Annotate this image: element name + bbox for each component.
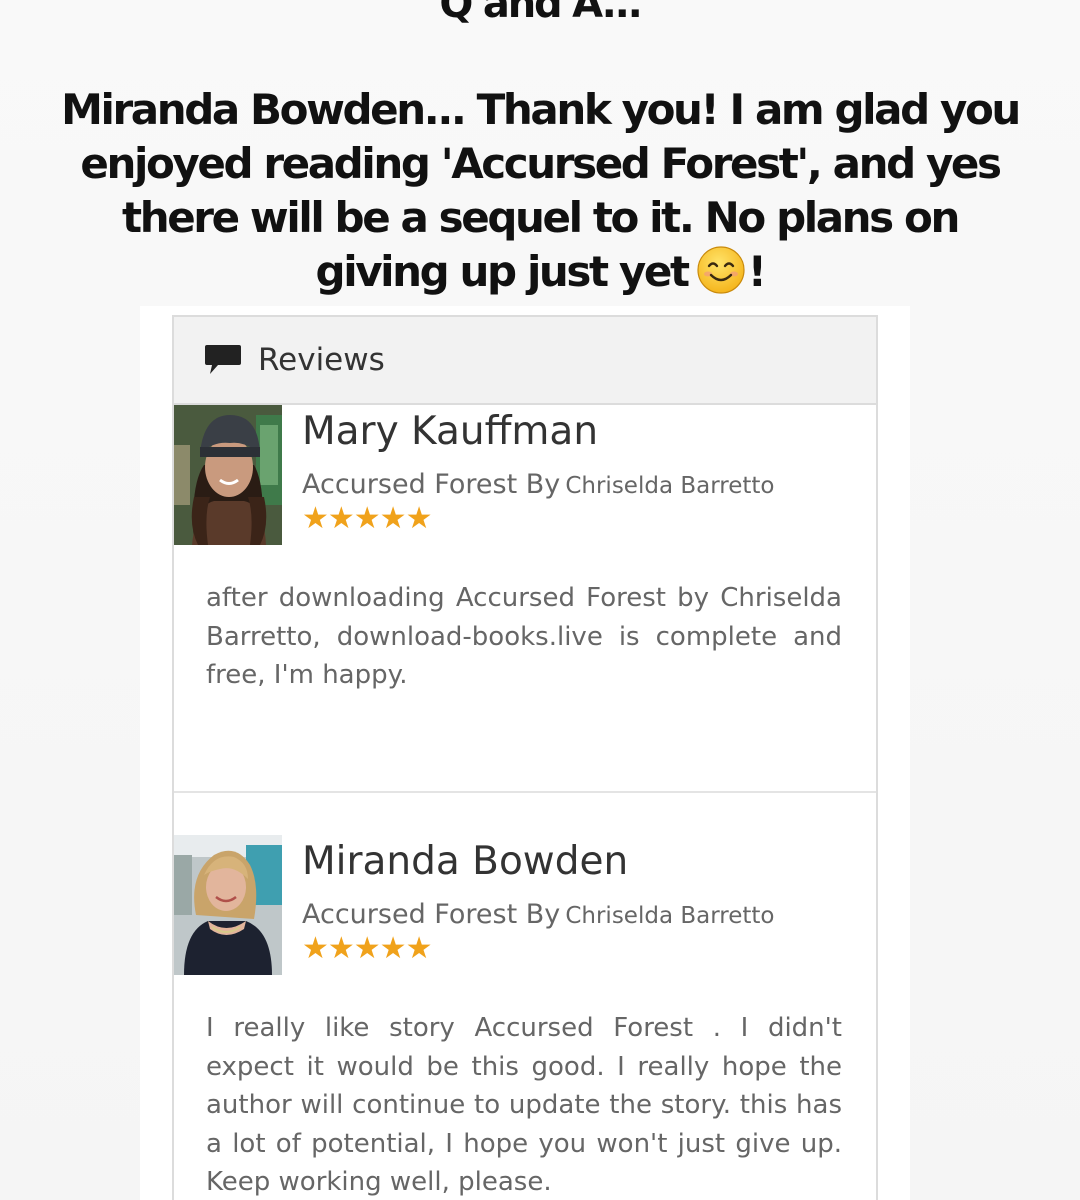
reviewer-name: Miranda Bowden <box>302 839 629 884</box>
avatar-photo <box>174 405 282 545</box>
reviews-panel: Reviews Mary Kauffman Accursed Forest By… <box>172 315 878 1200</box>
avatar-miranda-bowden[interactable] <box>174 835 282 975</box>
avatar-mary-kauffman[interactable] <box>174 405 282 545</box>
review-text: after downloading Accursed Forest by Chr… <box>206 583 842 690</box>
qa-section: Q and A... Miranda Bowden... Thank you! … <box>0 0 1080 299</box>
review-item: Mary Kauffman Accursed Forest By Chrisel… <box>174 405 876 793</box>
smiling-face-emoji-icon <box>697 246 745 294</box>
review-book-author: Chriselda Barretto <box>565 473 775 499</box>
review-book-title: Accursed Forest By <box>302 469 561 500</box>
qa-message: Miranda Bowden... Thank you! I am glad y… <box>60 83 1021 299</box>
review-item: Miranda Bowden Accursed Forest By Chrise… <box>174 793 876 1200</box>
review-book-line: Accursed Forest By Chriselda Barretto <box>302 469 775 500</box>
review-book-author: Chriselda Barretto <box>565 903 775 929</box>
review-book-line: Accursed Forest By Chriselda Barretto <box>302 899 775 930</box>
comment-icon <box>205 345 241 374</box>
star-rating: ★★★★★ <box>302 501 432 536</box>
reviews-title: Reviews <box>258 342 385 378</box>
qa-heading: Q and A... <box>439 0 642 27</box>
reviews-header: Reviews <box>174 317 876 405</box>
star-rating: ★★★★★ <box>302 931 432 966</box>
review-book-title: Accursed Forest By <box>302 899 561 930</box>
qa-message-end: ! <box>747 247 767 296</box>
avatar-photo <box>174 835 282 975</box>
qa-message-text: Miranda Bowden... Thank you! I am glad y… <box>61 85 1021 296</box>
reviewer-name: Mary Kauffman <box>302 409 599 454</box>
review-text: I really like story Accursed Forest . I … <box>206 1013 842 1197</box>
page: Q and A... Miranda Bowden... Thank you! … <box>0 0 1080 1200</box>
